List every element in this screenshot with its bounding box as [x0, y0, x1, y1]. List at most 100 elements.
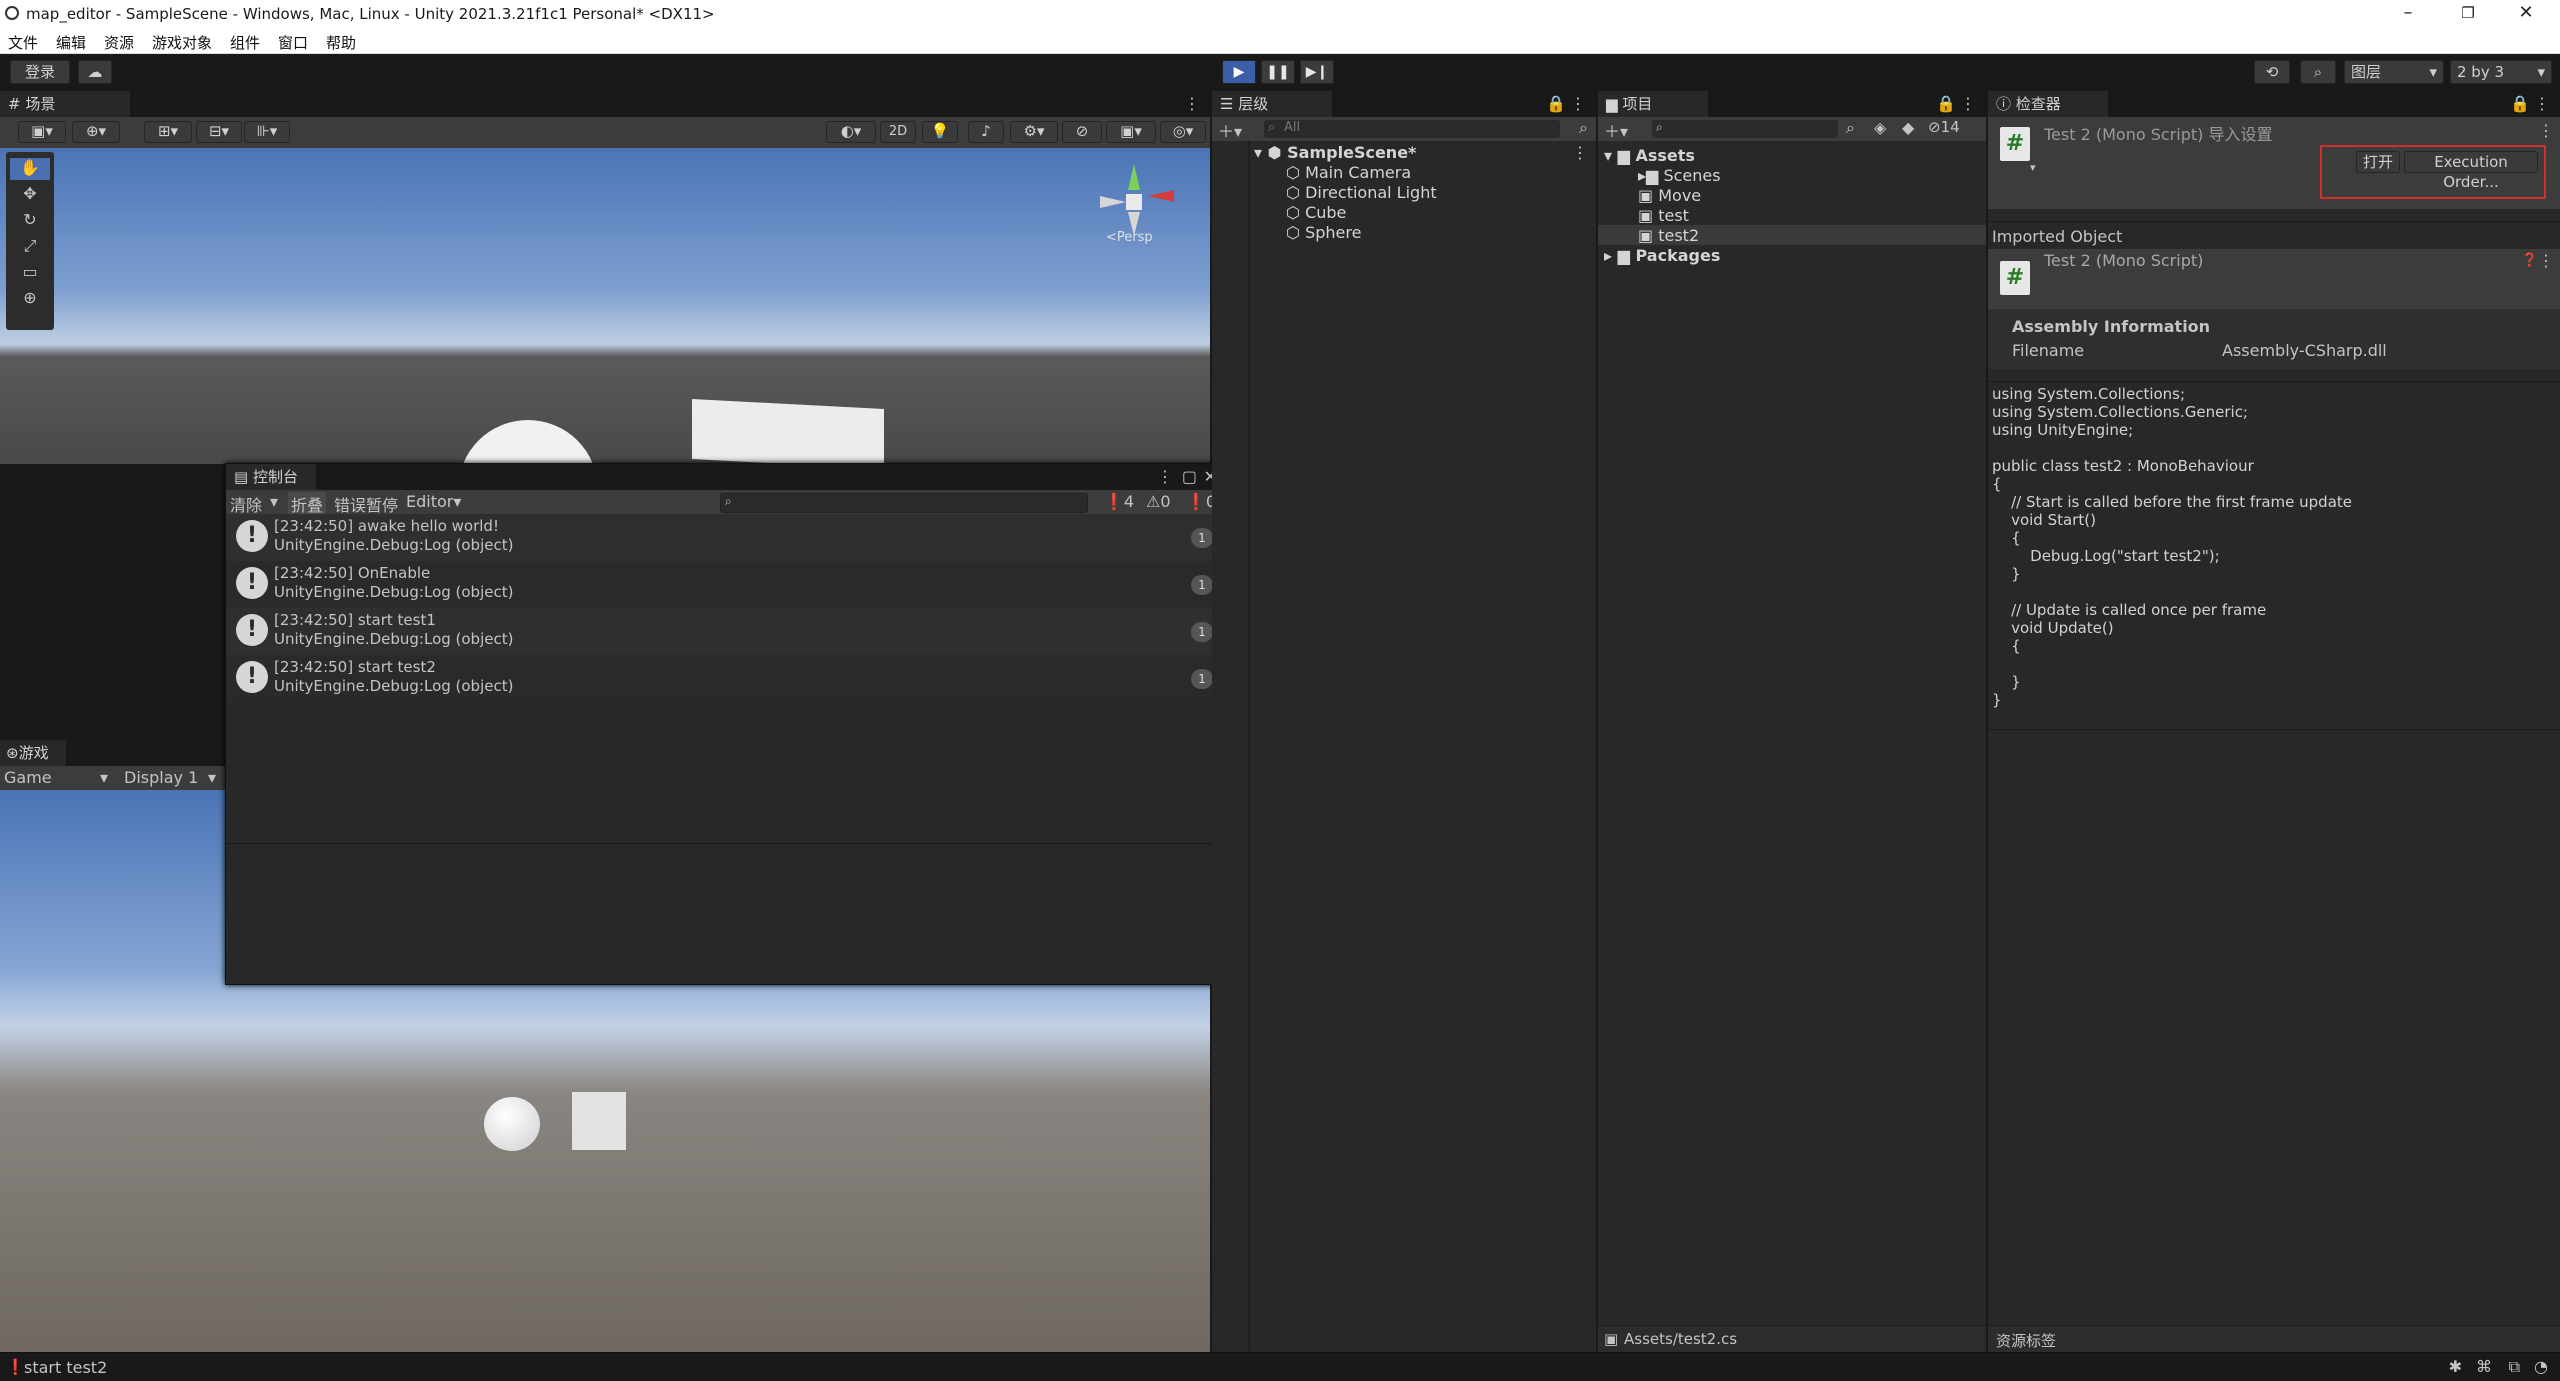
snap-increment-dropdown[interactable]: ⊟▾: [196, 121, 242, 143]
hierarchy-item-sphere[interactable]: ⬡ Sphere: [1286, 223, 1361, 242]
camera-dropdown[interactable]: ▣▾: [1106, 121, 1156, 143]
grid-snap-dropdown[interactable]: ⊞▾: [144, 121, 192, 143]
lock-icon[interactable]: 🔒: [2510, 94, 2530, 113]
orientation-gizmo[interactable]: <Persp: [1086, 158, 1186, 254]
hand-tool-icon[interactable]: ✋: [10, 158, 50, 180]
menu-window[interactable]: 窗口: [278, 32, 308, 53]
tab-scene[interactable]: # 场景: [0, 91, 130, 117]
scale-tool-icon[interactable]: ⤢: [10, 236, 50, 258]
search-by-type-icon[interactable]: ⌕: [1579, 118, 1588, 138]
login-button[interactable]: 登录: [10, 60, 70, 84]
2d-toggle[interactable]: 2D: [880, 121, 916, 143]
error-pause-toggle[interactable]: 错误暂停: [334, 492, 398, 516]
lock-icon[interactable]: 🔒: [1936, 94, 1956, 113]
transform-tool-icon[interactable]: ⊕: [10, 288, 50, 310]
step-button[interactable]: ▶❙: [1300, 60, 1334, 84]
more-icon[interactable]: ⋮: [2538, 251, 2554, 270]
clear-dropdown-icon[interactable]: ▾: [270, 492, 278, 511]
asset-item-move[interactable]: ▣ Move: [1638, 186, 1701, 205]
menu-assets[interactable]: 资源: [104, 32, 134, 53]
create-asset-button[interactable]: ＋▾: [1604, 118, 1628, 142]
asset-item-scenes[interactable]: ▸▆ Scenes: [1638, 166, 1721, 185]
global-dropdown[interactable]: ⊕▾: [72, 121, 120, 143]
chevron-down-icon[interactable]: ▾: [2030, 161, 2036, 174]
clear-button[interactable]: 清除: [230, 492, 262, 516]
menu-component[interactable]: 组件: [230, 32, 260, 53]
collapse-toggle[interactable]: 折叠: [288, 492, 327, 516]
move-tool-icon[interactable]: ✥: [10, 184, 50, 206]
hierarchy-item-cube[interactable]: ⬡ Cube: [1286, 203, 1346, 222]
draw-mode-dropdown[interactable]: ▣▾: [18, 121, 66, 143]
history-icon[interactable]: ⟲: [2254, 60, 2290, 84]
hierarchy-item-directional-light[interactable]: ⬡ Directional Light: [1286, 183, 1437, 202]
packages-folder[interactable]: ▸ ▆ Packages: [1604, 246, 1720, 265]
console-entry[interactable]: ! [23:42:50] OnEnable UnityEngine.Debug:…: [226, 561, 1223, 608]
lock-icon[interactable]: 🔒: [1546, 94, 1566, 113]
ruler-dropdown[interactable]: ⊪▾: [244, 121, 290, 143]
tab-hierarchy[interactable]: ☰ 层级: [1212, 91, 1332, 117]
assets-folder[interactable]: ▾ ▆ Assets: [1604, 146, 1695, 165]
maximize-icon[interactable]: ❐: [2448, 4, 2488, 22]
cube-object[interactable]: [692, 398, 884, 470]
asset-item-test2[interactable]: ▣ test2: [1638, 226, 1699, 245]
hidden-packages-toggle[interactable]: ⊘14: [1928, 118, 1960, 136]
filter-by-type-icon[interactable]: ◈: [1874, 118, 1886, 137]
search-by-type-icon[interactable]: ⌕: [1846, 118, 1855, 138]
progress-icon[interactable]: ◔: [2534, 1357, 2548, 1376]
pause-button[interactable]: ❚❚: [1261, 60, 1295, 84]
debug-icon[interactable]: ✱: [2449, 1357, 2462, 1376]
more-icon[interactable]: ⋮: [1157, 467, 1173, 486]
play-button[interactable]: ▶: [1222, 60, 1256, 84]
gizmos-dropdown[interactable]: ◎▾: [1160, 121, 1206, 143]
menu-edit[interactable]: 编辑: [56, 32, 86, 53]
audio-toggle-icon[interactable]: ♪: [968, 121, 1004, 143]
menu-help[interactable]: 帮助: [326, 32, 356, 53]
network-icon[interactable]: ⌘: [2476, 1357, 2492, 1376]
more-icon[interactable]: ⋮: [2538, 121, 2554, 140]
more-icon[interactable]: ⋮: [1184, 94, 1200, 113]
status-message[interactable]: start test2: [24, 1358, 107, 1377]
tab-console[interactable]: ▤ 控制台: [226, 464, 316, 490]
add-object-button[interactable]: ＋▾: [1218, 118, 1242, 142]
warning-filter-toggle[interactable]: ⚠0: [1146, 492, 1171, 511]
cloud-icon[interactable]: ☁: [78, 60, 112, 84]
editor-dropdown[interactable]: Editor▾: [406, 492, 461, 511]
open-button[interactable]: 打开: [2356, 151, 2400, 173]
console-search-input[interactable]: ⌕: [720, 493, 1088, 513]
display-dropdown[interactable]: Display 1 ▾: [124, 768, 216, 788]
hidden-objects-icon[interactable]: ⊘: [1062, 121, 1102, 143]
hierarchy-item-main-camera[interactable]: ⬡ Main Camera: [1286, 163, 1411, 182]
asset-item-test[interactable]: ▣ test: [1638, 206, 1689, 225]
shading-dropdown[interactable]: ◐▾: [826, 121, 876, 143]
rotate-tool-icon[interactable]: ↻: [10, 210, 50, 232]
project-search-input[interactable]: ⌕: [1652, 120, 1838, 138]
scene-root-item[interactable]: ▾ ⬢ SampleScene*: [1254, 143, 1416, 162]
console-entry[interactable]: ! [23:42:50] start test2 UnityEngine.Deb…: [226, 655, 1223, 702]
help-icon[interactable]: ❓: [2522, 253, 2538, 268]
more-icon[interactable]: ⋮: [1572, 143, 1588, 162]
more-icon[interactable]: ⋮: [1570, 94, 1586, 113]
collab-icon[interactable]: ⧉: [2509, 1357, 2520, 1377]
game-view-dropdown[interactable]: Game ▾: [4, 768, 108, 788]
asset-labels-label[interactable]: 资源标签: [1996, 1330, 2056, 1351]
console-entry[interactable]: ! [23:42:50] start test1 UnityEngine.Deb…: [226, 608, 1223, 655]
hierarchy-search-input[interactable]: ⌕ All: [1264, 120, 1560, 138]
layers-dropdown[interactable]: 图层 ▾: [2344, 60, 2444, 84]
scene-viewport[interactable]: <Persp ✋ ✥ ↻ ⤢ ▭ ⊕: [0, 148, 1210, 500]
console-entry[interactable]: ! [23:42:50] awake hello world! UnityEng…: [226, 514, 1223, 561]
tab-project[interactable]: ▆ 项目: [1598, 91, 1708, 117]
search-icon[interactable]: ⌕: [2300, 60, 2336, 84]
label-filter-icon[interactable]: ◆: [1902, 118, 1914, 137]
minimize-icon[interactable]: –: [2388, 2, 2428, 23]
close-icon[interactable]: ✕: [2506, 2, 2546, 23]
maximize-icon[interactable]: ▢: [1182, 467, 1197, 486]
log-filter-toggle[interactable]: ❗4: [1104, 492, 1134, 511]
rect-tool-icon[interactable]: ▭: [10, 262, 50, 284]
menu-file[interactable]: 文件: [8, 32, 38, 53]
execution-order-button[interactable]: Execution Order...: [2404, 151, 2538, 191]
console-splitter[interactable]: [226, 843, 1223, 844]
layout-dropdown[interactable]: 2 by 3 ▾: [2450, 60, 2552, 84]
more-icon[interactable]: ⋮: [1960, 94, 1976, 113]
lighting-toggle-icon[interactable]: 💡: [922, 121, 958, 143]
menu-gameobject[interactable]: 游戏对象: [152, 32, 212, 53]
